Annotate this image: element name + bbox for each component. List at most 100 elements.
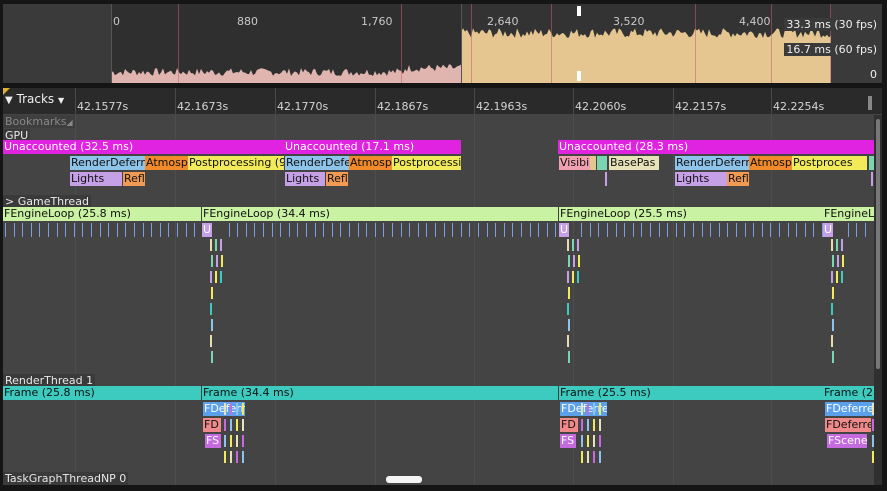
render-thread-sub-event[interactable] [242,403,244,415]
task-tick[interactable] [762,223,763,237]
task-tick[interactable] [616,223,617,237]
task-tick[interactable] [641,223,642,237]
gpu-postprocessing-event[interactable]: Postproces [792,156,867,170]
gpu-lights-event[interactable]: Lights [285,172,325,186]
game-thread-sub-event[interactable] [210,239,212,251]
task-tick[interactable] [770,223,771,237]
game-thread-sub-event[interactable] [837,255,839,267]
task-tick[interactable] [117,223,118,237]
fs-event[interactable]: FS [205,434,221,448]
task-tick[interactable] [745,223,746,237]
task-tick[interactable] [702,223,703,237]
task-tick[interactable] [504,223,505,237]
game-thread-sub-event[interactable] [210,303,212,315]
task-tick[interactable] [48,223,49,237]
render-thread-sub-event[interactable] [581,419,583,431]
render-thread-sub-event[interactable] [236,419,238,431]
task-tick[interactable] [581,223,582,237]
game-thread-sub-event[interactable] [577,239,579,251]
task-tick[interactable] [246,223,247,237]
task-tick[interactable] [100,223,101,237]
task-tick[interactable] [805,223,806,237]
timing-view[interactable]: Bookmarks◢ GPU Unaccounted (32.5 ms) Una… [3,115,882,485]
task-tick[interactable] [684,223,685,237]
task-tick[interactable] [590,223,591,237]
game-thread-sub-event[interactable] [567,239,569,251]
gpu-atmos-event[interactable]: Atmosp [145,156,188,170]
render-thread-sub-event[interactable] [587,403,589,415]
game-thread-sub-event[interactable] [568,351,570,363]
gpu-refl-event[interactable]: Refl [123,172,145,186]
gpu-unaccounted-event[interactable]: Unaccounted (17.1 ms) [284,140,461,154]
task-tick[interactable] [796,223,797,237]
task-tick[interactable] [469,223,470,237]
render-thread-sub-event[interactable] [581,403,583,415]
render-thread-sub-event[interactable] [581,435,583,447]
gpu-basepass-event[interactable]: BasePas [609,156,659,170]
game-thread-sub-event[interactable] [831,271,833,283]
task-tick[interactable] [349,223,350,237]
game-thread-sub-event[interactable] [215,271,217,283]
render-thread-sub-event[interactable] [236,435,238,447]
game-thread-sub-event[interactable] [211,351,213,363]
task-tick[interactable] [426,223,427,237]
game-thread-sub-event[interactable] [567,303,569,315]
task-tick[interactable] [418,223,419,237]
task-tick[interactable] [555,223,556,237]
game-thread-sub-event[interactable] [211,255,213,267]
task-tick[interactable] [143,223,144,237]
game-thread-sub-event[interactable] [836,271,838,283]
game-thread-sub-event[interactable] [577,271,579,283]
vertical-scrollbar-thumb[interactable] [876,119,880,369]
task-tick[interactable] [358,223,359,237]
task-tick[interactable] [727,223,728,237]
game-thread-sub-event[interactable] [572,271,574,283]
selection-end-marker[interactable] [577,71,581,81]
task-tick[interactable] [452,223,453,237]
task-tick[interactable] [409,223,410,237]
render-thread-sub-event[interactable] [230,403,232,415]
task-tick[interactable] [289,223,290,237]
vertical-scrollbar[interactable] [874,115,882,485]
task-tick[interactable] [667,223,668,237]
task-tick[interactable] [383,223,384,237]
task-tick[interactable] [444,223,445,237]
game-thread-sub-event[interactable] [211,319,213,331]
render-thread-sub-event[interactable] [236,403,238,415]
gpu-small-event[interactable] [871,172,873,186]
task-tick[interactable] [160,223,161,237]
render-frame-event[interactable]: Frame (34.4 ms) [202,386,558,400]
gpu-lights-event[interactable]: Lights [70,172,122,186]
engine-loop-event[interactable]: FEngineLoop (25.5 ms) [559,207,823,221]
task-tick[interactable] [14,223,15,237]
task-tick[interactable] [538,223,539,237]
game-thread-sub-event[interactable] [568,255,570,267]
task-tick[interactable] [5,223,6,237]
engine-loop-event[interactable]: FEngineLoop (25.8 ms) [3,207,201,221]
task-tick[interactable] [547,223,548,237]
task-tick[interactable] [39,223,40,237]
selection-start-marker[interactable] [577,6,581,16]
render-thread-sub-event[interactable] [587,451,589,463]
gpu-refl-event[interactable]: Refl [326,172,348,186]
task-tick[interactable] [57,223,58,237]
task-tick[interactable] [134,223,135,237]
gpu-small-event[interactable] [590,156,596,170]
game-thread-sub-event[interactable] [210,271,212,283]
task-tick[interactable] [366,223,367,237]
render-thread-sub-event[interactable] [593,419,595,431]
game-thread-sub-event[interactable] [568,287,570,299]
render-thread-sub-event[interactable] [242,419,244,431]
fs-event[interactable]: FS [560,434,576,448]
game-thread-sub-event[interactable] [220,271,222,283]
tracks-menu-button[interactable]: ▼ Tracks ▼ [5,92,64,108]
gpu-postprocessing-event[interactable]: Postprocessi [392,156,461,170]
game-thread-u-event[interactable]: U [823,223,833,237]
task-tick[interactable] [693,223,694,237]
render-thread-sub-event[interactable] [230,419,232,431]
task-tick[interactable] [435,223,436,237]
fd-event[interactable]: FDeferre [825,418,871,432]
game-thread-sub-event[interactable] [568,319,570,331]
gpu-atmos-event[interactable]: Atmosp [349,156,392,170]
task-tick[interactable] [91,223,92,237]
